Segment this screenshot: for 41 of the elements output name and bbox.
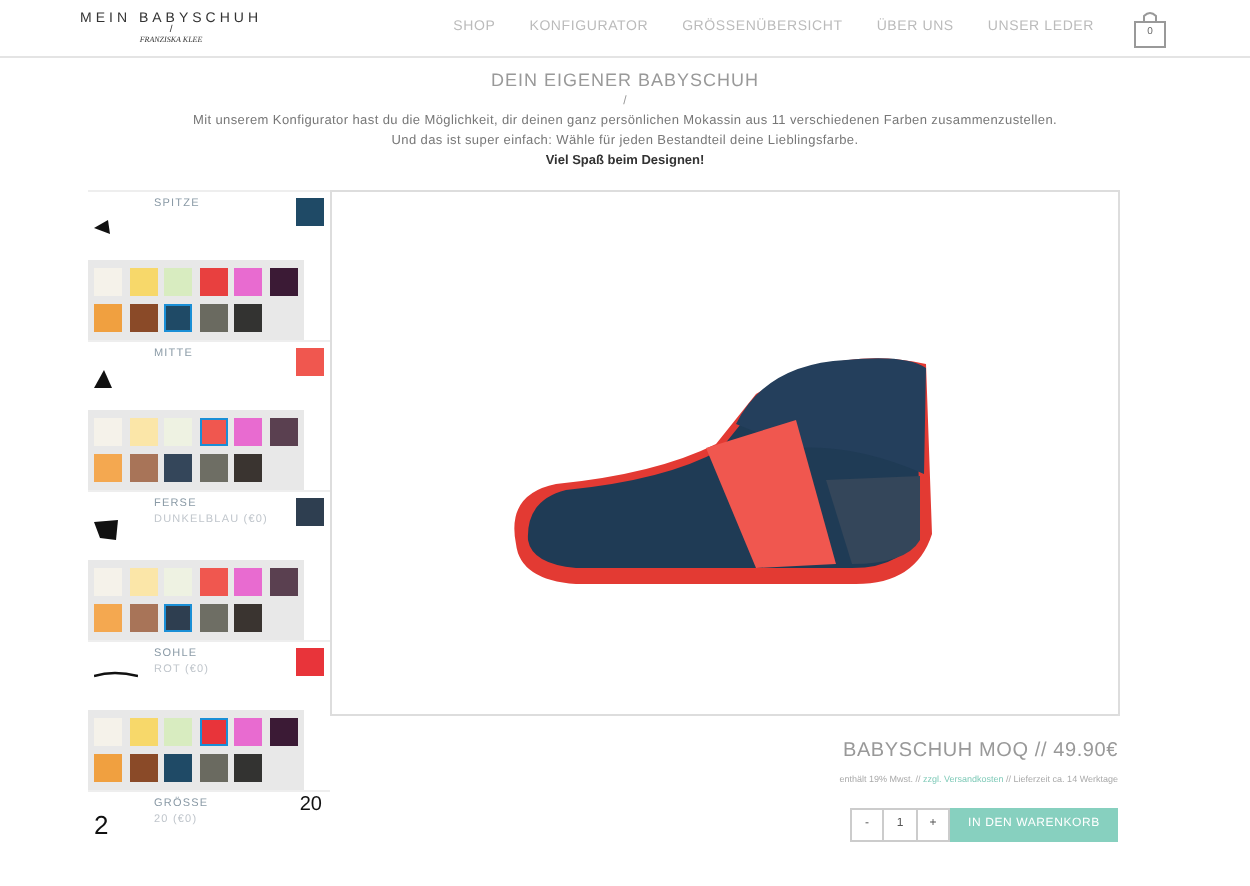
color-swatch[interactable] [269,568,297,596]
color-swatch[interactable] [199,304,227,332]
color-swatch[interactable] [164,604,192,632]
color-swatch[interactable] [164,754,192,782]
color-swatch[interactable] [234,418,262,446]
color-swatch[interactable] [164,718,192,746]
color-swatch[interactable] [269,718,297,746]
color-swatch[interactable] [129,718,157,746]
color-swatch[interactable] [199,754,227,782]
color-swatch[interactable] [199,718,227,746]
color-swatch[interactable] [269,268,297,296]
color-swatch[interactable] [199,418,227,446]
color-swatch[interactable] [234,568,262,596]
color-swatch[interactable] [129,604,157,632]
color-swatch[interactable] [199,454,227,482]
color-swatch[interactable] [164,268,192,296]
color-swatch[interactable] [94,304,122,332]
color-swatch[interactable] [199,268,227,296]
color-swatch[interactable] [94,604,122,632]
product-title: BABYSCHUH MOQ // 49.90€ [842,738,1118,766]
color-swatch[interactable] [129,304,157,332]
size-value: 20 [299,796,322,816]
color-swatch[interactable] [129,268,157,296]
color-swatch[interactable] [234,754,262,782]
color-swatch[interactable] [199,604,227,632]
color-swatch[interactable] [94,754,122,782]
color-swatch[interactable] [234,454,262,482]
color-swatch[interactable] [129,454,157,482]
color-swatch[interactable] [234,304,262,332]
color-swatch[interactable] [234,268,262,296]
color-swatch[interactable] [94,454,122,482]
page-title: DEIN EIGENER BABYSCHUH [490,70,760,92]
color-swatch[interactable] [129,754,157,782]
color-swatch[interactable] [199,568,227,596]
color-swatch[interactable] [269,418,297,446]
color-swatch[interactable] [234,718,262,746]
color-swatch[interactable] [129,418,157,446]
color-swatch[interactable] [129,568,157,596]
color-swatch[interactable] [234,604,262,632]
color-swatch[interactable] [164,304,192,332]
color-swatch[interactable] [164,454,192,482]
